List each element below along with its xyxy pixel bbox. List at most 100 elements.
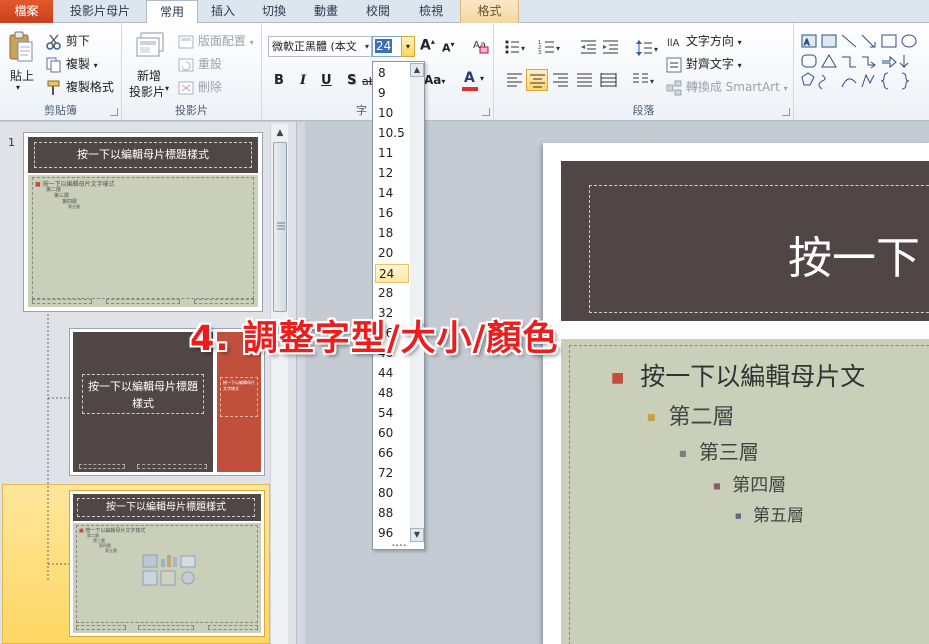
font-size-option[interactable]: 28 bbox=[375, 284, 409, 303]
decrease-indent-icon[interactable] bbox=[580, 39, 598, 55]
font-size-option[interactable]: 10.5 bbox=[375, 124, 409, 143]
resize-grip-icon[interactable]: ∙∙∙∙ bbox=[389, 543, 409, 549]
font-size-option[interactable]: 60 bbox=[375, 424, 409, 443]
font-size-option[interactable]: 72 bbox=[375, 464, 409, 483]
font-size-option[interactable]: 88 bbox=[375, 504, 409, 523]
copy-button[interactable]: 複製 ▾ bbox=[46, 55, 98, 73]
svg-text:3: 3 bbox=[538, 50, 541, 55]
font-size-option[interactable]: 44 bbox=[375, 364, 409, 383]
font-size-option[interactable]: 12 bbox=[375, 164, 409, 183]
copy-icon bbox=[46, 57, 61, 72]
slide-master-thumbnail[interactable]: 按一下以編輯母片標題樣式 ■ 按一下以編輯母片文字樣式 第二層 第三層 第四層 … bbox=[23, 132, 263, 312]
delete-label: 刪除 bbox=[197, 80, 222, 94]
shrink-font-icon[interactable]: A▾ bbox=[442, 40, 455, 55]
thumb-title-bar: 按一下以編輯母片標題樣式 bbox=[28, 137, 258, 173]
thumb-text-l5: 第五層 bbox=[68, 204, 80, 209]
dialog-launcher-icon[interactable] bbox=[110, 108, 118, 116]
font-color-button[interactable]: A ▾ bbox=[462, 70, 484, 92]
bullet-square-icon: ■ bbox=[611, 370, 625, 386]
font-size-option[interactable]: 11 bbox=[375, 144, 409, 163]
reset-label: 重設 bbox=[197, 57, 222, 71]
increase-indent-icon[interactable] bbox=[602, 39, 620, 55]
reset-button[interactable]: 重設 bbox=[178, 55, 222, 72]
dropdown-scrollbar[interactable]: ▲ ▼ bbox=[410, 63, 424, 542]
align-text-button[interactable]: 對齊文字 ▾ bbox=[666, 55, 742, 73]
tab-insert[interactable]: 插入 bbox=[200, 0, 246, 23]
underline-button[interactable]: U bbox=[321, 73, 332, 88]
cut-button[interactable]: 剪下 bbox=[46, 32, 90, 50]
font-size-dropdown-button[interactable]: ▾ bbox=[401, 36, 415, 57]
align-right-icon[interactable] bbox=[552, 72, 570, 88]
font-size-option[interactable]: 8 bbox=[375, 64, 409, 83]
align-center-button[interactable] bbox=[526, 69, 548, 91]
slides-group: 新增 投影片 ▾ 版面配置 ▾ 重設 刪除 投影片 bbox=[122, 23, 262, 120]
smartart-label: 轉換成 SmartArt bbox=[685, 80, 780, 94]
font-name-combobox[interactable]: 微軟正黑體 (本文 bbox=[268, 36, 372, 57]
pane-splitter[interactable] bbox=[297, 122, 305, 644]
text-direction-button[interactable]: llA 文字方向 ▾ bbox=[666, 32, 742, 50]
main-title-placeholder[interactable]: 按一下 bbox=[589, 185, 929, 313]
distributed-icon[interactable] bbox=[600, 72, 618, 88]
layout-thumbnail-content[interactable]: 按一下以編輯母片標題樣式 ■ 按一下以編輯母片文字樣式 第二層 第三層 第四層 … bbox=[69, 490, 265, 637]
tab-file[interactable]: 檔案 bbox=[0, 0, 53, 23]
font-size-option[interactable]: 9 bbox=[375, 84, 409, 103]
scroll-up-icon[interactable]: ▲ bbox=[410, 63, 424, 77]
scrollbar-thumb[interactable] bbox=[273, 142, 287, 312]
line-spacing-icon[interactable]: ▾ bbox=[636, 39, 660, 57]
clear-formatting-icon[interactable]: Aa bbox=[472, 37, 490, 55]
scroll-down-icon[interactable]: ▼ bbox=[410, 528, 424, 542]
delete-button[interactable]: 刪除 bbox=[178, 78, 222, 95]
clipboard-group-label: 剪貼簿 bbox=[44, 104, 77, 117]
tab-transitions[interactable]: 切換 bbox=[250, 0, 298, 23]
font-size-option[interactable]: 96 bbox=[375, 524, 409, 543]
main-slide[interactable]: 按一下 ■ 按一下以編輯母片文 ■ 第二層 ■ 第三層 ■ 第四層 ■ 第五層 bbox=[543, 143, 929, 644]
font-size-option[interactable]: 18 bbox=[375, 224, 409, 243]
align-left-icon[interactable] bbox=[506, 72, 524, 88]
dialog-launcher-icon[interactable] bbox=[782, 108, 790, 116]
scroll-up-icon[interactable]: ▲ bbox=[273, 126, 287, 140]
shadow-button[interactable]: S bbox=[347, 73, 356, 88]
grow-font-icon[interactable]: A▴ bbox=[420, 37, 435, 54]
columns-icon[interactable]: ▾ bbox=[632, 72, 658, 88]
font-size-option[interactable]: 14 bbox=[375, 184, 409, 203]
font-size-option[interactable]: 20 bbox=[375, 244, 409, 263]
tab-animations[interactable]: 動畫 bbox=[302, 0, 350, 23]
new-slide-button[interactable]: 新增 投影片 ▾ bbox=[127, 29, 171, 99]
bullet-square-icon: ■ bbox=[647, 413, 656, 423]
numbering-icon[interactable]: 123 ▾ bbox=[538, 39, 562, 55]
shapes-gallery[interactable]: A bbox=[798, 31, 922, 91]
thumb-body: ■ 按一下以編輯母片文字樣式 第二層 第三層 第四層 第五層 bbox=[28, 175, 258, 307]
grip-icon bbox=[277, 222, 285, 230]
font-size-option[interactable]: 54 bbox=[375, 404, 409, 423]
paste-button[interactable]: 貼上 ▾ bbox=[4, 29, 38, 92]
format-painter-button[interactable]: 複製格式 bbox=[46, 78, 114, 96]
font-size-option[interactable]: 80 bbox=[375, 484, 409, 503]
dialog-launcher-icon[interactable] bbox=[482, 108, 490, 116]
font-size-option[interactable]: 66 bbox=[375, 444, 409, 463]
tab-slide-master[interactable]: 投影片母片 bbox=[58, 0, 142, 23]
tab-home[interactable]: 常用 bbox=[146, 0, 198, 24]
tab-review[interactable]: 校閱 bbox=[354, 0, 402, 23]
font-size-option[interactable]: 16 bbox=[375, 204, 409, 223]
italic-button[interactable]: I bbox=[300, 73, 306, 88]
layout-icon bbox=[178, 35, 194, 48]
chevron-down-icon: ▾ bbox=[441, 77, 446, 86]
tab-view[interactable]: 檢視 bbox=[406, 0, 456, 23]
bold-button[interactable]: B bbox=[274, 73, 284, 88]
chevron-down-icon: ▾ bbox=[249, 38, 254, 47]
text-direction-icon: llA bbox=[667, 38, 680, 49]
font-size-option[interactable]: 10 bbox=[375, 104, 409, 123]
bullets-icon[interactable]: ▾ bbox=[504, 39, 526, 55]
font-size-option[interactable]: 24 bbox=[375, 264, 409, 283]
tree-connector bbox=[47, 310, 70, 580]
layout-button[interactable]: 版面配置 ▾ bbox=[178, 32, 254, 49]
convert-smartart-button[interactable]: 轉換成 SmartArt ▾ bbox=[666, 78, 788, 96]
chevron-down-icon[interactable]: ▾ bbox=[94, 61, 98, 70]
tab-format[interactable]: 格式 bbox=[460, 0, 519, 23]
cut-label: 剪下 bbox=[65, 34, 90, 48]
font-size-option[interactable]: 48 bbox=[375, 384, 409, 403]
chevron-down-icon: ▾ bbox=[737, 38, 742, 47]
justify-icon[interactable] bbox=[576, 72, 594, 88]
thumbnail-pane-scrollbar[interactable]: ▲ bbox=[270, 124, 288, 644]
change-case-button[interactable]: Aa▾ bbox=[424, 73, 445, 87]
